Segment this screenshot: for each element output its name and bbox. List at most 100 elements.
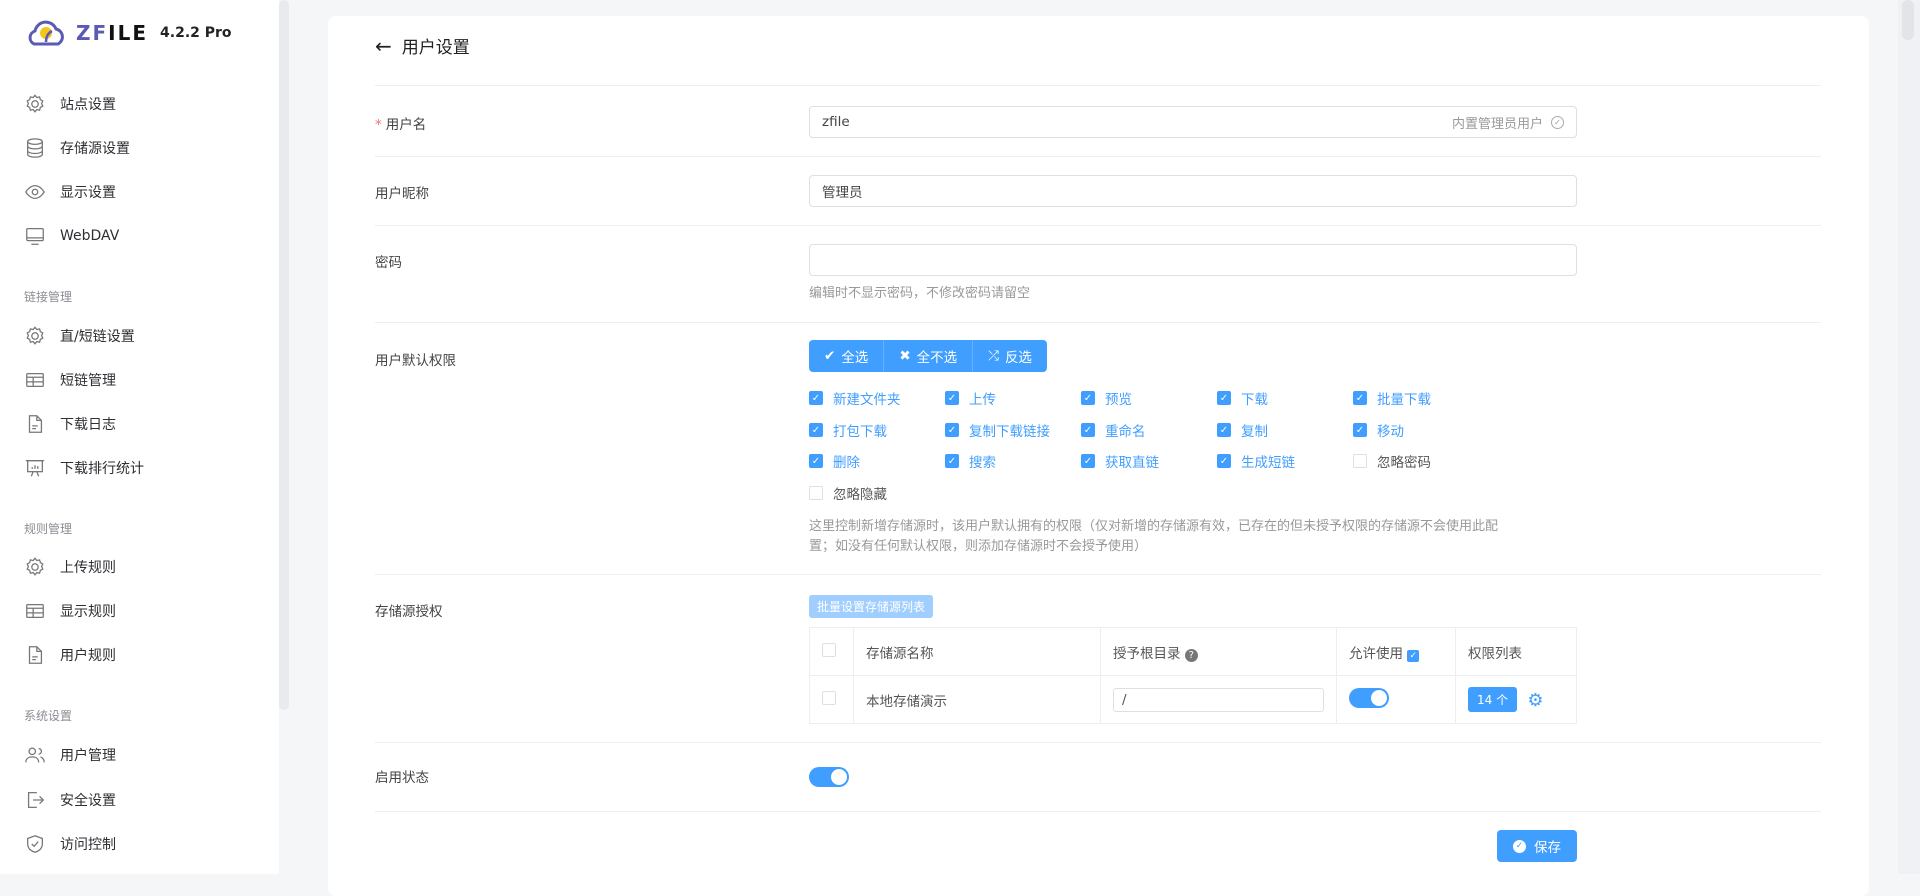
page-title: 用户设置 [401, 38, 470, 58]
permissions-label: 用户默认权限 [375, 353, 456, 369]
sidebar-item-2-2[interactable]: 访问控制 [24, 830, 116, 858]
sidebar-item-2-1[interactable]: 安全设置 [24, 786, 116, 814]
root-dir-input[interactable]: / [1113, 687, 1324, 712]
sidebar-item-1-1[interactable]: 显示规则 [24, 597, 116, 625]
checkbox-box[interactable]: ✓ [945, 454, 959, 468]
permission-checkbox[interactable]: ✓ 预览 [1081, 388, 1132, 408]
back-arrow-icon[interactable]: ← [375, 34, 392, 58]
permission-checkbox[interactable]: ✓ 复制 [1217, 420, 1268, 440]
select-all-checkbox[interactable] [822, 642, 836, 657]
permission-label: 上传 [969, 392, 996, 408]
permission-checkbox[interactable]: ✓ 搜索 [945, 451, 996, 471]
database-icon [27, 138, 43, 158]
help-icon[interactable]: ? [1184, 648, 1198, 662]
sidebar-item-0-2[interactable]: 下载日志 [24, 410, 116, 438]
sidebar-item-2-0[interactable]: 用户管理 [24, 741, 116, 769]
sidebar-item-label: 短链管理 [60, 373, 116, 389]
sidebar-scrollbar[interactable] [279, 0, 289, 710]
checkbox-box[interactable]: ✓ [1353, 423, 1367, 437]
permission-count-tag[interactable]: 14 个 [1468, 687, 1518, 712]
builtin-admin-text: 内置管理员用户 [1451, 116, 1543, 132]
permission-checkbox[interactable]: ✓ 批量下载 [1353, 388, 1431, 408]
gear-icon[interactable]: ⚙ [1527, 690, 1543, 711]
permission-label: 复制 [1241, 424, 1268, 440]
save-button[interactable]: ✓ 保存 [1497, 830, 1577, 862]
gear-icon [26, 557, 44, 576]
sidebar-item-label: 存储源设置 [60, 141, 130, 157]
sidebar-item-0-0[interactable]: 直/短链设置 [24, 322, 135, 350]
page-scrollbar[interactable] [1898, 0, 1920, 874]
permission-checkbox[interactable]: 忽略隐藏 [809, 483, 887, 503]
checkbox-box[interactable]: ✓ [1081, 391, 1095, 405]
enabled-status-toggle[interactable] [809, 767, 849, 787]
divider [375, 574, 1821, 575]
username-label: * 用户名 [375, 117, 427, 133]
batch-set-storage-button[interactable]: 批量设置存储源列表 [809, 595, 934, 618]
checkbox-box[interactable]: ✓ [1353, 391, 1367, 405]
checkbox-box[interactable]: ✓ [1217, 423, 1231, 437]
permission-checkbox[interactable]: ✓ 删除 [809, 451, 860, 471]
permission-checkbox[interactable]: ✓ 下载 [1217, 388, 1268, 408]
close-circle-icon: ✖ [899, 348, 911, 364]
sidebar-item-label: 访问控制 [60, 837, 116, 853]
checkbox-box[interactable] [809, 486, 823, 500]
app-version: 4.2.2 Pro [160, 25, 232, 41]
checkbox-box[interactable]: ✓ [809, 391, 823, 405]
gear-icon [26, 326, 44, 345]
checkbox-box[interactable]: ✓ [945, 423, 959, 437]
users-icon [25, 747, 45, 763]
permission-label: 新建文件夹 [833, 392, 901, 408]
invert-selection-button[interactable]: ⤮ 反选 [973, 340, 1047, 372]
checkbox-box[interactable]: ✓ [1217, 391, 1231, 405]
document-icon [28, 415, 43, 433]
sidebar-item-top-3[interactable]: WebDAV [24, 222, 119, 250]
sidebar-item-0-1[interactable]: 短链管理 [24, 366, 116, 394]
sidebar-item-0-3[interactable]: 下载排行统计 [24, 454, 144, 482]
sidebar-item-1-2[interactable]: 用户规则 [24, 641, 116, 669]
document-icon [28, 646, 43, 664]
permission-label: 下载 [1241, 392, 1268, 408]
table-icon [26, 372, 44, 388]
checkbox-box[interactable]: ✓ [1081, 423, 1095, 437]
permission-checkbox[interactable]: ✓ 重命名 [1081, 420, 1146, 440]
select-all-button[interactable]: ✔ 全选 [809, 340, 885, 372]
sidebar-item-top-1[interactable]: 存储源设置 [24, 134, 130, 162]
checkbox-box[interactable]: ✓ [809, 423, 823, 437]
permission-checkbox[interactable]: ✓ 上传 [945, 388, 996, 408]
permission-checkbox[interactable]: ✓ 移动 [1353, 420, 1404, 440]
sidebar-item-label: 显示设置 [60, 185, 116, 201]
select-none-button[interactable]: ✖ 全不选 [884, 340, 974, 372]
checkbox-box[interactable]: ✓ [1081, 454, 1095, 468]
checkbox-box[interactable]: ✓ [809, 454, 823, 468]
permission-label: 忽略密码 [1377, 455, 1431, 471]
password-field[interactable] [809, 244, 1577, 276]
logo: ZFILE 4.2.2 Pro [24, 16, 232, 50]
row-checkbox[interactable] [822, 690, 836, 705]
sidebar-item-label: 用户管理 [60, 748, 116, 764]
storage-name: 本地存储演示 [853, 675, 1101, 724]
divider [375, 322, 1821, 323]
sidebar-item-top-0[interactable]: 站点设置 [24, 90, 116, 118]
checkbox-box[interactable] [1353, 454, 1367, 468]
password-label: 密码 [375, 255, 402, 271]
divider [375, 225, 1821, 226]
permission-label: 打包下载 [833, 424, 887, 440]
permission-checkbox[interactable]: ✓ 生成短链 [1217, 451, 1295, 471]
permission-checkbox[interactable]: 忽略密码 [1353, 451, 1431, 471]
allow-use-toggle[interactable] [1349, 687, 1389, 708]
allow-all-checkbox[interactable]: ✓ [1407, 649, 1420, 662]
nickname-field[interactable]: 管理员 [809, 175, 1577, 207]
page-header: ← 用户设置 [375, 33, 470, 59]
sidebar-item-top-2[interactable]: 显示设置 [24, 178, 116, 206]
sidebar-item-1-0[interactable]: 上传规则 [24, 553, 116, 581]
username-field[interactable]: zfile 内置管理员用户 ✓ [809, 106, 1577, 138]
sidebar-item-label: 下载日志 [60, 417, 116, 433]
checkbox-box[interactable]: ✓ [945, 391, 959, 405]
permission-checkbox[interactable]: ✓ 获取直链 [1081, 451, 1159, 471]
divider [375, 156, 1821, 157]
permission-checkbox[interactable]: ✓ 新建文件夹 [809, 388, 901, 408]
permissions-hint-line2: 置；如没有任何默认权限，则添加存储源时不会授予使用） [809, 539, 1148, 554]
permission-checkbox[interactable]: ✓ 复制下载链接 [945, 420, 1050, 440]
permission-checkbox[interactable]: ✓ 打包下载 [809, 420, 887, 440]
checkbox-box[interactable]: ✓ [1217, 454, 1231, 468]
